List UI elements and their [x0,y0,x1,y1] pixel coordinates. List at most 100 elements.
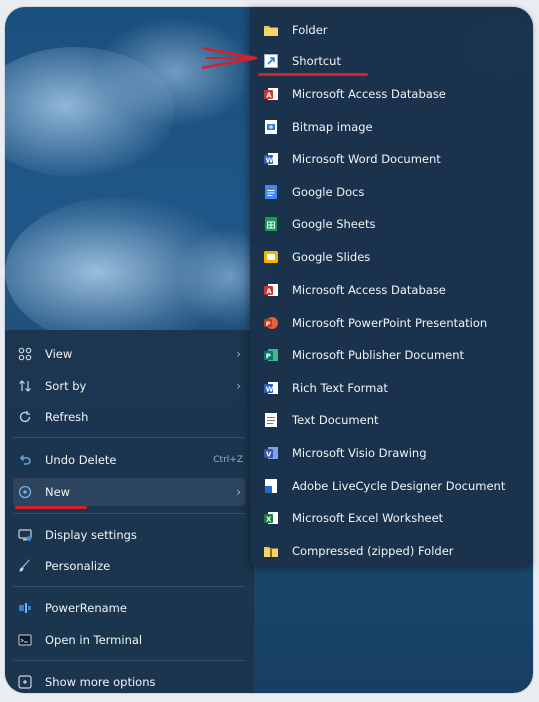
grid-icon [17,346,33,362]
svg-text:A: A [266,92,272,100]
submenu-item-label: Rich Text Format [292,381,388,395]
submenu-item-text-document[interactable]: Text Document [260,407,528,433]
menu-item-show-more-options[interactable]: Show more options [13,668,245,696]
menu-item-new[interactable]: New › [13,478,245,506]
google-sheets-icon [264,217,278,231]
google-docs-icon [264,185,278,199]
submenu-item-excel-worksheet[interactable]: X Microsoft Excel Worksheet [260,505,528,531]
menu-item-label: Undo Delete [45,453,117,467]
folder-icon [264,23,278,37]
submenu-item-label: Folder [292,23,328,37]
submenu-item-shortcut[interactable]: Shortcut [260,48,528,74]
visio-icon: V [264,446,278,460]
submenu-item-word-document[interactable]: W Microsoft Word Document [260,146,528,172]
svg-text:X: X [266,516,272,524]
adobe-livecycle-icon [264,479,278,493]
chevron-right-icon: › [236,485,241,499]
submenu-item-label: Google Sheets [292,217,376,231]
rtf-icon: W [264,381,278,395]
undo-icon [17,452,33,468]
menu-item-label: Display settings [45,528,137,542]
svg-text:P: P [266,320,271,328]
menu-item-label: View [45,347,73,361]
submenu-item-label: Microsoft Publisher Document [292,348,465,362]
submenu-item-google-sheets[interactable]: Google Sheets [260,211,528,237]
submenu-item-zipped-folder[interactable]: Compressed (zipped) Folder [260,538,528,564]
svg-text:V: V [266,451,272,459]
submenu-item-label: Adobe LiveCycle Designer Document [292,479,506,493]
display-settings-icon [17,527,33,543]
menu-item-label: Show more options [45,675,156,689]
svg-text:W: W [266,386,274,394]
submenu-item-folder[interactable]: Folder [260,17,528,43]
bitmap-icon [264,120,278,134]
powerrename-icon [17,600,33,616]
submenu-item-label: Bitmap image [292,120,373,134]
menu-item-label: New [45,485,71,499]
menu-item-refresh[interactable]: Refresh [13,403,245,431]
new-icon [17,484,33,500]
more-options-icon [17,674,33,690]
submenu-item-publisher[interactable]: P Microsoft Publisher Document [260,342,528,368]
desktop-context-menu: View › Sort by › Refresh Undo Delete Ctr… [5,330,255,693]
menu-item-undo-delete[interactable]: Undo Delete Ctrl+Z [13,446,245,474]
svg-text:W: W [266,157,274,165]
text-document-icon [264,413,278,427]
excel-icon: X [264,511,278,525]
menu-item-label: Sort by [45,379,87,393]
submenu-item-label: Google Slides [292,250,371,264]
submenu-item-access-database-2[interactable]: A Microsoft Access Database [260,277,528,303]
submenu-item-label: Shortcut [292,54,341,68]
annotation-underline [258,73,368,76]
menu-item-powerrename[interactable]: PowerRename [13,594,245,622]
submenu-item-google-slides[interactable]: Google Slides [260,244,528,270]
sort-icon [17,378,33,394]
menu-separator [13,660,245,661]
submenu-item-label: Microsoft Access Database [292,283,446,297]
submenu-item-label: Microsoft Access Database [292,87,446,101]
submenu-item-access-database[interactable]: A Microsoft Access Database [260,81,528,107]
submenu-item-powerpoint[interactable]: P Microsoft PowerPoint Presentation [260,310,528,336]
new-submenu: Folder Shortcut A Microsoft Access Datab… [250,7,533,567]
shortcut-hint: Ctrl+Z [213,455,243,465]
annotation-arrow-icon [201,46,258,70]
menu-item-open-in-terminal[interactable]: Open in Terminal [13,626,245,654]
submenu-item-label: Microsoft PowerPoint Presentation [292,316,488,330]
shortcut-icon [264,54,278,68]
chevron-right-icon: › [236,379,241,393]
submenu-item-label: Microsoft Word Document [292,152,441,166]
google-slides-icon [264,250,278,264]
menu-separator [13,586,245,587]
submenu-item-adobe-livecycle[interactable]: Adobe LiveCycle Designer Document [260,473,528,499]
submenu-item-label: Microsoft Visio Drawing [292,446,427,460]
submenu-item-visio[interactable]: V Microsoft Visio Drawing [260,440,528,466]
menu-item-sort-by[interactable]: Sort by › [13,372,245,400]
access-icon: A [264,283,278,297]
submenu-item-bitmap-image[interactable]: Bitmap image [260,114,528,140]
menu-item-label: PowerRename [45,601,127,615]
submenu-item-label: Google Docs [292,185,365,199]
menu-separator [13,437,245,438]
terminal-icon [17,632,33,648]
cloud [95,17,255,127]
submenu-item-label: Compressed (zipped) Folder [292,544,454,558]
submenu-item-label: Microsoft Excel Worksheet [292,511,444,525]
powerpoint-icon: P [264,316,278,330]
menu-item-personalize[interactable]: Personalize [13,552,245,580]
submenu-item-google-docs[interactable]: Google Docs [260,179,528,205]
submenu-item-label: Text Document [292,413,379,427]
chevron-right-icon: › [236,347,241,361]
annotation-underline [15,506,87,509]
menu-item-view[interactable]: View › [13,340,245,368]
publisher-icon: P [264,348,278,362]
svg-text:P: P [266,353,271,361]
word-icon: W [264,152,278,166]
refresh-icon [17,409,33,425]
menu-item-label: Personalize [45,559,111,573]
menu-item-label: Open in Terminal [45,633,143,647]
zip-folder-icon [264,544,278,558]
menu-item-display-settings[interactable]: Display settings [13,521,245,549]
submenu-item-rich-text-format[interactable]: W Rich Text Format [260,375,528,401]
brush-icon [17,558,33,574]
svg-text:A: A [266,288,272,296]
